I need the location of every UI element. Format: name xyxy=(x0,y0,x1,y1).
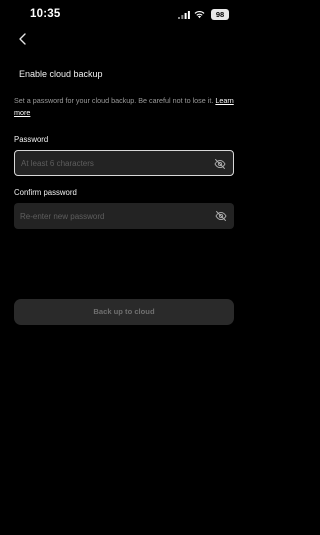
confirm-password-input[interactable] xyxy=(20,203,210,229)
status-bar: 10:35 98 xyxy=(0,0,248,30)
cellular-signal-icon xyxy=(178,11,190,19)
back-up-to-cloud-button[interactable]: Back up to cloud xyxy=(14,299,234,325)
back-chevron-icon[interactable] xyxy=(15,31,31,47)
eye-off-icon[interactable] xyxy=(215,210,227,222)
confirm-password-label: Confirm password xyxy=(14,188,77,197)
battery-indicator: 98 xyxy=(211,9,229,20)
password-field[interactable] xyxy=(14,150,234,176)
status-time: 10:35 xyxy=(30,8,61,20)
description-text: Set a password for your cloud backup. Be… xyxy=(14,96,214,105)
confirm-password-field[interactable] xyxy=(14,203,234,229)
password-input[interactable] xyxy=(21,151,211,175)
description: Set a password for your cloud backup. Be… xyxy=(14,95,242,119)
page-title: Enable cloud backup xyxy=(19,69,103,79)
password-label: Password xyxy=(14,135,49,144)
eye-off-icon[interactable] xyxy=(214,158,226,170)
wifi-icon xyxy=(194,10,205,19)
